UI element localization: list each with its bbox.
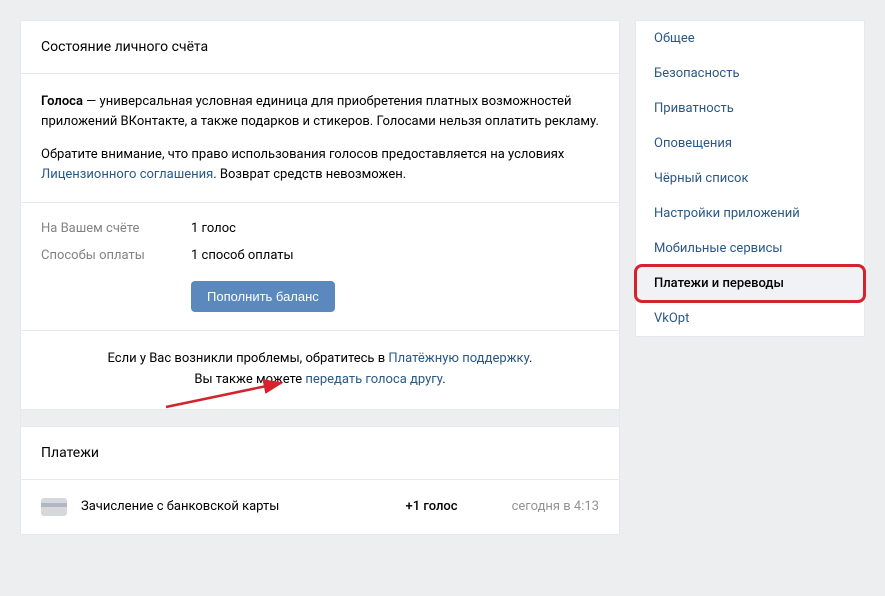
balance-block: На Вашем счёте 1 голос Способы оплаты 1 … [21,203,619,331]
sidebar-item-label: Общее [654,31,695,46]
info-text-2a: Вы также можете [194,372,305,387]
sidebar-item-label: Настройки приложений [654,206,800,221]
sidebar-item-label: Мобильные сервисы [654,241,782,256]
info-block: Если у Вас возникли проблемы, обратитесь… [21,331,619,409]
sidebar-item-notifications[interactable]: Оповещения [636,126,864,161]
desc-text-2b: . Возврат средств невозможен. [213,167,406,182]
section-header-balance: Состояние личного счёта [21,21,619,74]
payment-description: Зачисление с банковской карты [81,499,392,514]
sidebar-item-blacklist[interactable]: Чёрный список [636,161,864,196]
balance-row-account: На Вашем счёте 1 голос [41,221,599,236]
sidebar-item-mobile-services[interactable]: Мобильные сервисы [636,231,864,266]
info-text-1b: . [529,351,532,366]
account-label: На Вашем счёте [41,221,191,236]
transfer-votes-link[interactable]: передать голоса другу [305,372,442,387]
credit-card-icon [41,498,67,516]
info-line-2: Вы также можете передать голоса другу. [41,370,599,391]
sidebar-item-label: Безопасность [654,66,740,81]
payment-amount: +1 голос [406,499,458,514]
description-block: Голоса — универсальная условная единица … [21,74,619,203]
main-panel: Состояние личного счёта Голоса — универс… [20,20,620,535]
votes-term: Голоса [41,94,83,109]
info-line-1: Если у Вас возникли проблемы, обратитесь… [41,349,599,370]
payment-date: сегодня в 4:13 [512,499,599,514]
sidebar-item-label: Чёрный список [654,171,748,186]
payment-support-link[interactable]: Платёжную поддержку [388,351,529,366]
payment-methods-link[interactable]: 1 способ оплаты [191,248,294,263]
sidebar-item-vkopt[interactable]: VkOpt [636,301,864,336]
info-text-2b: . [442,372,445,387]
sidebar-item-general[interactable]: Общее [636,21,864,56]
description-paragraph-2: Обратите внимание, что право использован… [41,145,599,184]
sidebar-item-security[interactable]: Безопасность [636,56,864,91]
account-value: 1 голос [191,221,236,236]
section-header-payments: Платежи [21,427,619,480]
topup-balance-button[interactable]: Пополнить баланс [191,281,335,312]
sidebar-item-label: VkOpt [654,311,689,326]
description-paragraph-1: Голоса — универсальная условная единица … [41,92,599,131]
license-agreement-link[interactable]: Лицензионного соглашения [41,167,213,182]
desc-text-2a: Обратите внимание, что право использован… [41,147,564,162]
payment-row: Зачисление с банковской карты +1 голос с… [21,480,619,534]
section-gap [21,409,619,427]
sidebar-item-label: Платежи и переводы [654,276,784,291]
sidebar-item-payments[interactable]: Платежи и переводы [636,266,864,301]
methods-label: Способы оплаты [41,248,191,263]
info-text-1a: Если у Вас возникли проблемы, обратитесь… [108,351,389,366]
page-container: Состояние личного счёта Голоса — универс… [0,0,885,555]
sidebar-item-label: Оповещения [654,136,732,151]
sidebar-item-app-settings[interactable]: Настройки приложений [636,196,864,231]
balance-row-methods: Способы оплаты 1 способ оплаты [41,248,599,263]
settings-sidebar: Общее Безопасность Приватность Оповещени… [635,20,865,337]
sidebar-item-privacy[interactable]: Приватность [636,91,864,126]
sidebar-item-label: Приватность [654,101,734,116]
desc-text-1: — универсальная условная единица для при… [41,94,599,129]
